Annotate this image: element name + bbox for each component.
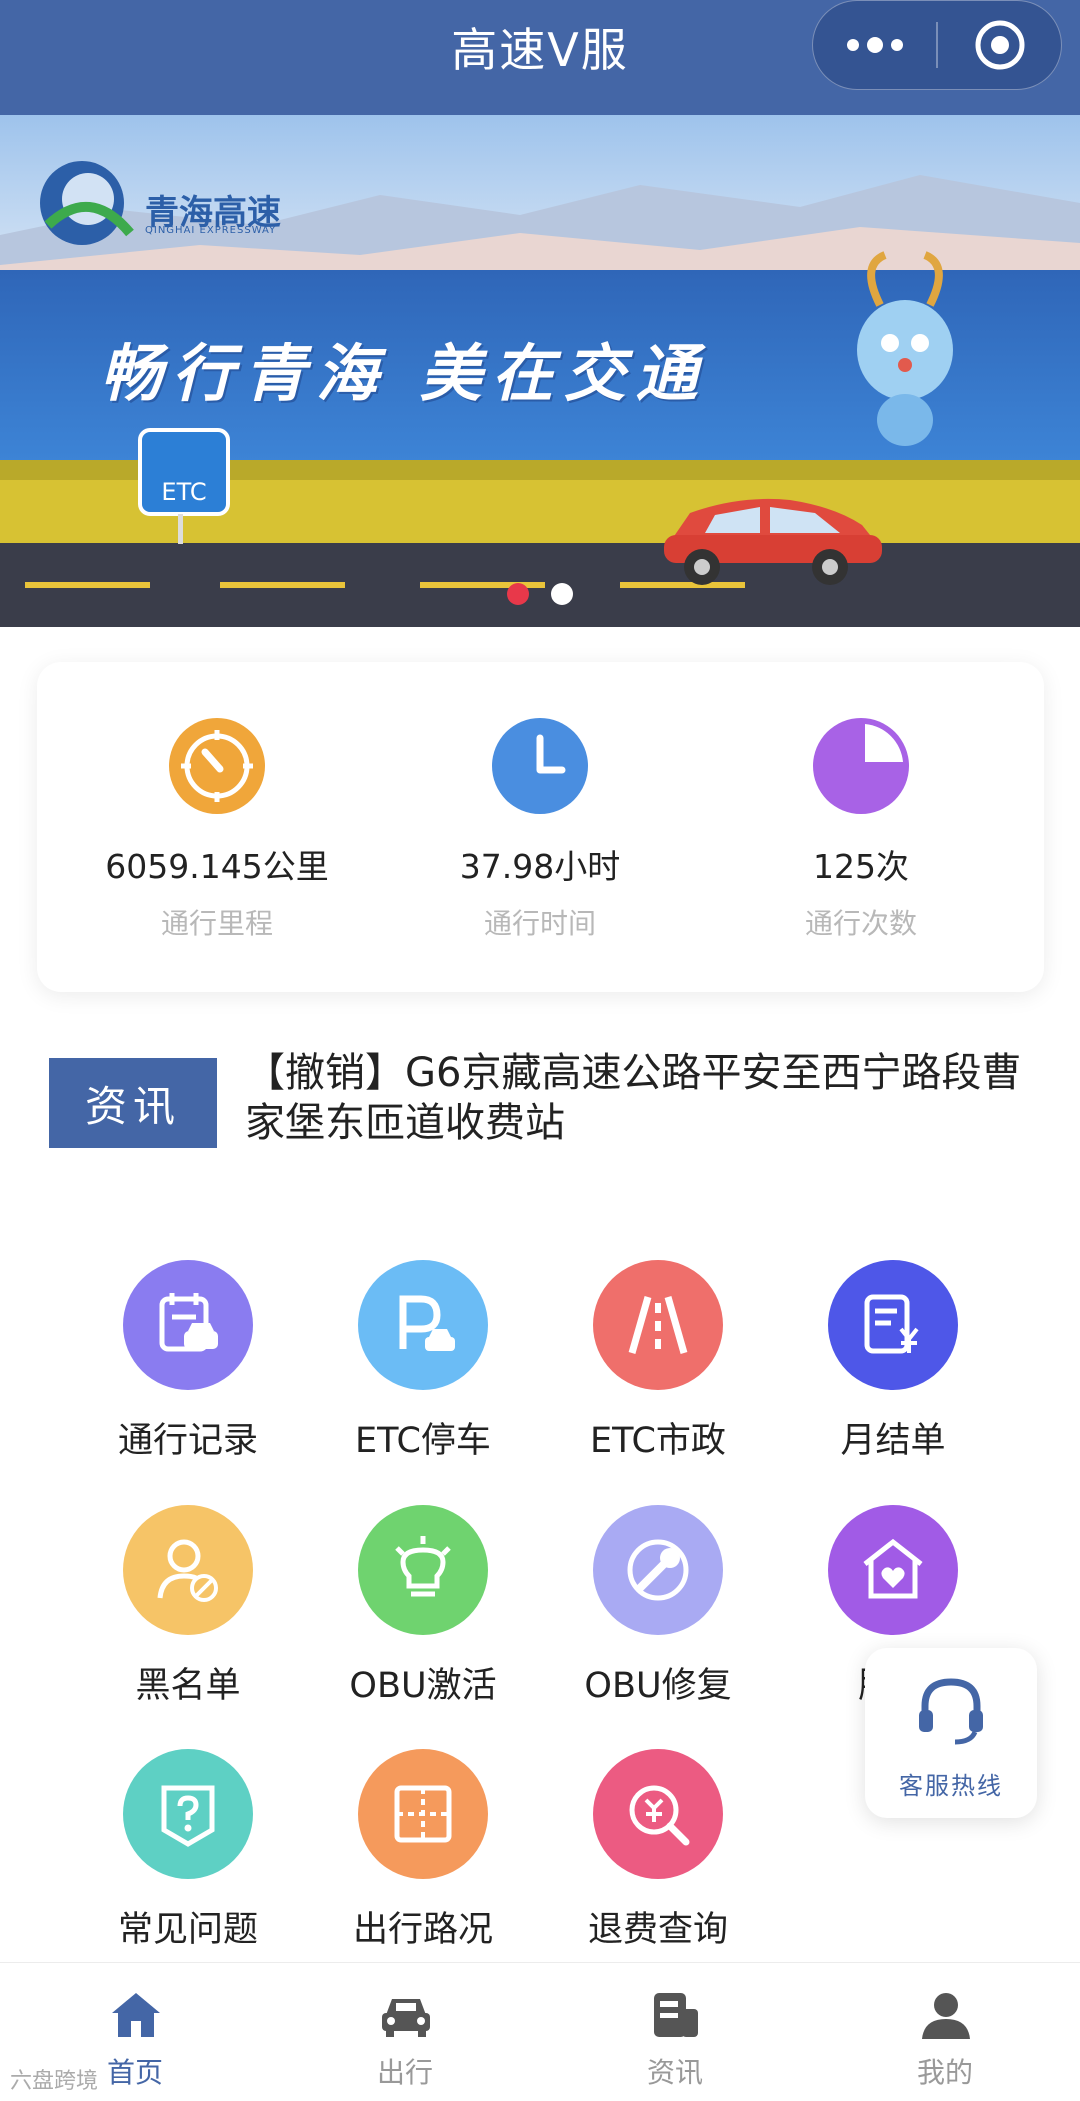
obu-repair-icon (593, 1505, 723, 1635)
banner-slogan: 畅行青海 美在交通 (100, 337, 708, 410)
service-refund-query[interactable]: 退费查询 (558, 1749, 758, 1950)
user-icon (922, 1993, 970, 2039)
service-obu-activate[interactable]: OBU激活 (323, 1505, 523, 1706)
pie-icon (813, 718, 909, 814)
service-label: 出行路况 (352, 1910, 493, 1950)
service-monthly-statement[interactable]: 月结单 (793, 1260, 993, 1461)
refund-query-icon (593, 1749, 723, 1879)
tab-mine[interactable]: 我的 (810, 1963, 1080, 2101)
news-headline[interactable]: 【撤销】G6京藏高速公路平安至西宁路段曹家堡东匝道收费站 (245, 1048, 1055, 1148)
news-icon (654, 1993, 698, 2037)
traffic-record-icon (123, 1260, 253, 1390)
service-label: 退费查询 (587, 1910, 728, 1950)
car-icon (382, 1999, 430, 2037)
carousel-dot-2[interactable] (551, 583, 573, 605)
speedometer-icon (169, 718, 265, 814)
stat-mileage[interactable]: 6059.145公里 通行里程 (67, 662, 367, 992)
nav-bar: 高速V服 (0, 0, 1080, 115)
service-label: ETC停车 (355, 1421, 491, 1461)
customer-hotline-button[interactable]: 客服热线 (865, 1648, 1037, 1818)
etc-sign-label: ETC (161, 478, 207, 506)
mini-program-capsule (812, 0, 1062, 90)
monthly-statement-icon (828, 1260, 958, 1390)
service-obu-repair[interactable]: OBU修复 (558, 1505, 758, 1706)
carousel-indicator (0, 583, 1080, 605)
service-label: 通行记录 (117, 1421, 258, 1461)
service-etc-parking[interactable]: ETC停车 (323, 1260, 523, 1461)
more-dots-icon (846, 37, 903, 53)
obu-activate-icon (358, 1505, 488, 1635)
blacklist-icon (123, 1505, 253, 1635)
service-icon (828, 1505, 958, 1635)
watermark: 六盘跨境 (10, 2069, 99, 2094)
travel-stats-card: 6059.145公里 通行里程 37.98小时 通行时间 125次 通行次数 (37, 662, 1044, 992)
faq-icon (123, 1749, 253, 1879)
service-faq[interactable]: 常见问题 (88, 1749, 288, 1950)
stat-label: 通行次数 (804, 907, 917, 940)
road-condition-icon (358, 1749, 488, 1879)
stat-label: 通行时间 (483, 907, 596, 940)
service-label: 月结单 (840, 1421, 946, 1461)
service-road-condition[interactable]: 出行路况 (323, 1749, 523, 1950)
tab-news[interactable]: 资讯 (540, 1963, 810, 2101)
stat-label: 通行里程 (160, 907, 273, 940)
tab-travel[interactable]: 出行 (270, 1963, 540, 2101)
etc-parking-icon (358, 1260, 488, 1390)
etc-municipal-icon (593, 1260, 723, 1390)
tab-label: 出行 (376, 2056, 433, 2089)
service-label: OBU激活 (349, 1666, 497, 1706)
service-label: OBU修复 (584, 1666, 732, 1706)
close-button[interactable] (938, 1, 1061, 89)
service-label: 常见问题 (117, 1910, 258, 1950)
service-label: ETC市政 (590, 1421, 726, 1461)
clock-icon (492, 718, 588, 814)
home-icon (112, 1993, 160, 2037)
stat-value: 125次 (813, 847, 909, 886)
stat-value: 6059.145公里 (105, 847, 329, 886)
tab-bar: 首页 出行 资讯 我的 六盘跨境 (0, 1962, 1080, 2101)
service-etc-municipal[interactable]: ETC市政 (558, 1260, 758, 1461)
news-badge: 资讯 (49, 1058, 217, 1148)
tab-label: 我的 (916, 2056, 973, 2089)
banner-carousel[interactable]: 青海高速 QINGHAI EXPRESSWAY 畅行青海 美在交通 ETC (0, 115, 1080, 627)
service-traffic-record[interactable]: 通行记录 (88, 1260, 288, 1461)
headset-icon (919, 1678, 983, 1745)
brand-english: QINGHAI EXPRESSWAY (145, 225, 277, 236)
hotline-label: 客服热线 (899, 1772, 1003, 1800)
stat-time[interactable]: 37.98小时 通行时间 (390, 662, 690, 992)
service-label: 黑名单 (135, 1666, 241, 1706)
tab-label: 资讯 (646, 2056, 703, 2089)
target-close-icon (975, 20, 1024, 70)
service-blacklist[interactable]: 黑名单 (88, 1505, 288, 1706)
carousel-dot-1[interactable] (507, 583, 529, 605)
more-button[interactable] (813, 1, 936, 89)
stat-value: 37.98小时 (459, 847, 621, 886)
news-ticker[interactable]: 资讯 【撤销】G6京藏高速公路平安至西宁路段曹家堡东匝道收费站 (49, 1048, 1039, 1158)
stat-count[interactable]: 125次 通行次数 (711, 662, 1011, 992)
